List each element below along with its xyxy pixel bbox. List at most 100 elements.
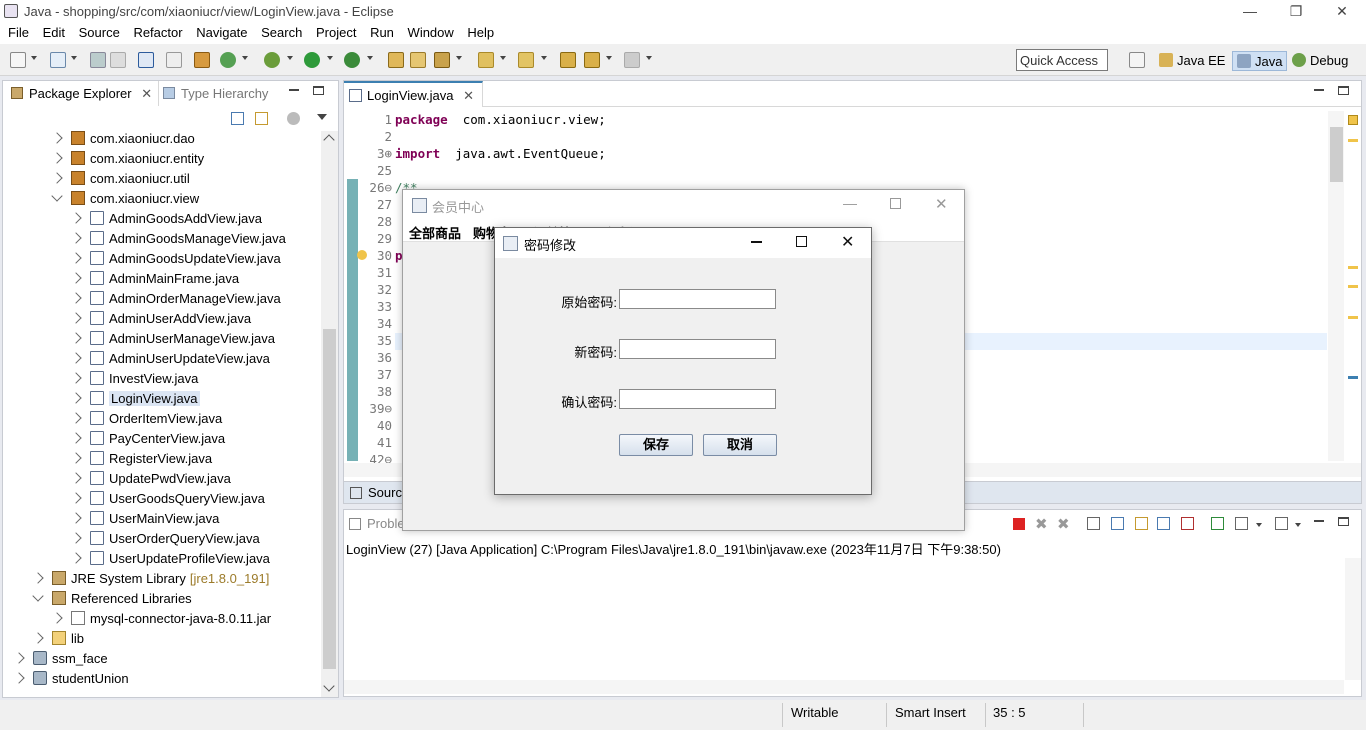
back-icon[interactable] xyxy=(584,52,600,68)
collapse-all-icon[interactable] xyxy=(231,112,244,125)
minimize-icon[interactable] xyxy=(751,241,762,243)
chevron-down-icon[interactable] xyxy=(367,56,373,60)
chevron-right-icon[interactable] xyxy=(13,652,25,664)
tree-item[interactable]: com.xiaoniucr.dao xyxy=(51,129,195,149)
tree-item[interactable]: com.xiaoniucr.view xyxy=(51,189,199,209)
close-tab-icon[interactable]: ✕ xyxy=(463,88,474,103)
new-icon[interactable] xyxy=(10,52,26,68)
editor-vscrollbar[interactable] xyxy=(1328,111,1344,461)
minimize-button[interactable]: — xyxy=(1227,0,1273,22)
tree-item[interactable]: com.xiaoniucr.util xyxy=(51,169,190,189)
tree-item[interactable]: AdminUserUpdateView.java xyxy=(70,349,270,369)
new-password-field[interactable] xyxy=(619,339,776,359)
chevron-right-icon[interactable] xyxy=(13,672,25,684)
chevron-down-icon[interactable] xyxy=(242,56,248,60)
tree-item[interactable]: PayCenterView.java xyxy=(70,429,225,449)
remove-launch-icon[interactable]: ✖ xyxy=(1035,515,1048,533)
maximize-view-icon[interactable] xyxy=(1338,517,1349,526)
word-wrap-icon[interactable] xyxy=(1135,517,1148,530)
chevron-right-icon[interactable] xyxy=(70,452,82,464)
save-icon[interactable] xyxy=(90,52,106,68)
tree-item[interactable]: RegisterView.java xyxy=(70,449,212,469)
clear-console-icon[interactable] xyxy=(1087,517,1100,530)
close-icon[interactable]: ✕ xyxy=(935,195,948,213)
chevron-down-icon[interactable] xyxy=(500,56,506,60)
maximize-view-icon[interactable] xyxy=(313,86,324,95)
chevron-down-icon[interactable] xyxy=(1256,523,1262,527)
scroll-lock-icon[interactable] xyxy=(1111,517,1124,530)
tab-source[interactable]: Sourc xyxy=(368,485,402,500)
open-console-icon[interactable] xyxy=(1275,517,1288,530)
forward-icon[interactable] xyxy=(624,52,640,68)
maximize-editor-icon[interactable] xyxy=(1338,86,1349,95)
minimize-view-icon[interactable] xyxy=(1314,520,1324,522)
original-password-field[interactable] xyxy=(619,289,776,309)
code-line[interactable]: 25 xyxy=(352,162,1327,179)
chevron-right-icon[interactable] xyxy=(51,172,63,184)
scroll-down-icon[interactable] xyxy=(323,680,335,692)
save-all-icon[interactable] xyxy=(110,52,126,68)
chevron-down-icon[interactable] xyxy=(32,590,44,602)
run-last-icon[interactable] xyxy=(344,52,360,68)
open-perspective-icon[interactable] xyxy=(1129,52,1145,68)
show-on-output-icon[interactable] xyxy=(1157,517,1170,530)
chevron-down-icon[interactable] xyxy=(51,190,63,202)
tree-item[interactable]: AdminGoodsAddView.java xyxy=(70,209,262,229)
chevron-down-icon[interactable] xyxy=(541,56,547,60)
chevron-down-icon[interactable] xyxy=(327,56,333,60)
pin-console-icon[interactable] xyxy=(1211,517,1224,530)
chevron-down-icon[interactable] xyxy=(456,56,462,60)
tab-loginview[interactable]: LoginView.java ✕ xyxy=(344,81,484,107)
menu-file[interactable]: File xyxy=(8,22,29,40)
menu-window[interactable]: Window xyxy=(408,22,454,40)
chevron-right-icon[interactable] xyxy=(70,392,82,404)
chevron-down-icon[interactable] xyxy=(1295,523,1301,527)
chevron-down-icon[interactable] xyxy=(287,56,293,60)
close-icon[interactable]: ✕ xyxy=(841,232,854,252)
tree-item[interactable]: AdminUserAddView.java xyxy=(70,309,251,329)
minimize-icon[interactable]: — xyxy=(843,195,857,211)
chevron-right-icon[interactable] xyxy=(51,612,63,624)
menu-refactor[interactable]: Refactor xyxy=(133,22,182,40)
chevron-right-icon[interactable] xyxy=(70,212,82,224)
chevron-down-icon[interactable] xyxy=(71,56,77,60)
chevron-right-icon[interactable] xyxy=(70,472,82,484)
save-button[interactable]: 保存 xyxy=(619,434,693,456)
perspective-debug[interactable]: Debug xyxy=(1288,51,1352,71)
confirm-password-field[interactable] xyxy=(619,389,776,409)
maximize-icon[interactable] xyxy=(796,236,807,247)
tree-item[interactable]: AdminGoodsUpdateView.java xyxy=(70,249,281,269)
chevron-right-icon[interactable] xyxy=(70,352,82,364)
link-with-editor-icon[interactable] xyxy=(255,112,268,125)
close-tab-icon[interactable]: ✕ xyxy=(141,86,152,101)
display-console-icon[interactable] xyxy=(1235,517,1248,530)
filter-icon[interactable] xyxy=(287,112,300,125)
chevron-right-icon[interactable] xyxy=(70,372,82,384)
tree-item[interactable]: UserMainView.java xyxy=(70,509,219,529)
close-button[interactable]: ✕ xyxy=(1319,0,1365,22)
tree-item[interactable]: OrderItemView.java xyxy=(70,409,222,429)
minimize-view-icon[interactable] xyxy=(289,89,299,91)
tree-item[interactable]: UserOrderQueryView.java xyxy=(70,529,260,549)
tree-item[interactable]: ssm_face xyxy=(13,649,108,669)
menu-all-goods[interactable]: 全部商品 xyxy=(409,223,461,242)
tree-item[interactable]: com.xiaoniucr.entity xyxy=(51,149,204,169)
view-menu-icon[interactable] xyxy=(317,114,327,120)
code-line[interactable]: 1 package com.xiaoniucr.view; xyxy=(352,111,1327,128)
new-package-icon[interactable] xyxy=(50,52,66,68)
chevron-right-icon[interactable] xyxy=(32,572,44,584)
package-explorer-scrollbar[interactable] xyxy=(321,131,338,697)
menu-navigate[interactable]: Navigate xyxy=(196,22,247,40)
chevron-right-icon[interactable] xyxy=(70,532,82,544)
search-icon[interactable] xyxy=(434,52,450,68)
tree-item[interactable]: lib xyxy=(32,629,84,649)
chevron-right-icon[interactable] xyxy=(51,152,63,164)
maximize-button[interactable]: ❐ xyxy=(1273,0,1319,22)
skip-breakpoints-icon[interactable] xyxy=(166,52,182,68)
code-line[interactable]: 3⊕ import java.awt.EventQueue; xyxy=(352,145,1327,162)
console-icon[interactable] xyxy=(138,52,154,68)
tree-item[interactable]: JRE System Library [jre1.8.0_191] xyxy=(32,569,269,589)
chevron-right-icon[interactable] xyxy=(70,412,82,424)
chevron-right-icon[interactable] xyxy=(51,132,63,144)
menu-help[interactable]: Help xyxy=(467,22,494,40)
